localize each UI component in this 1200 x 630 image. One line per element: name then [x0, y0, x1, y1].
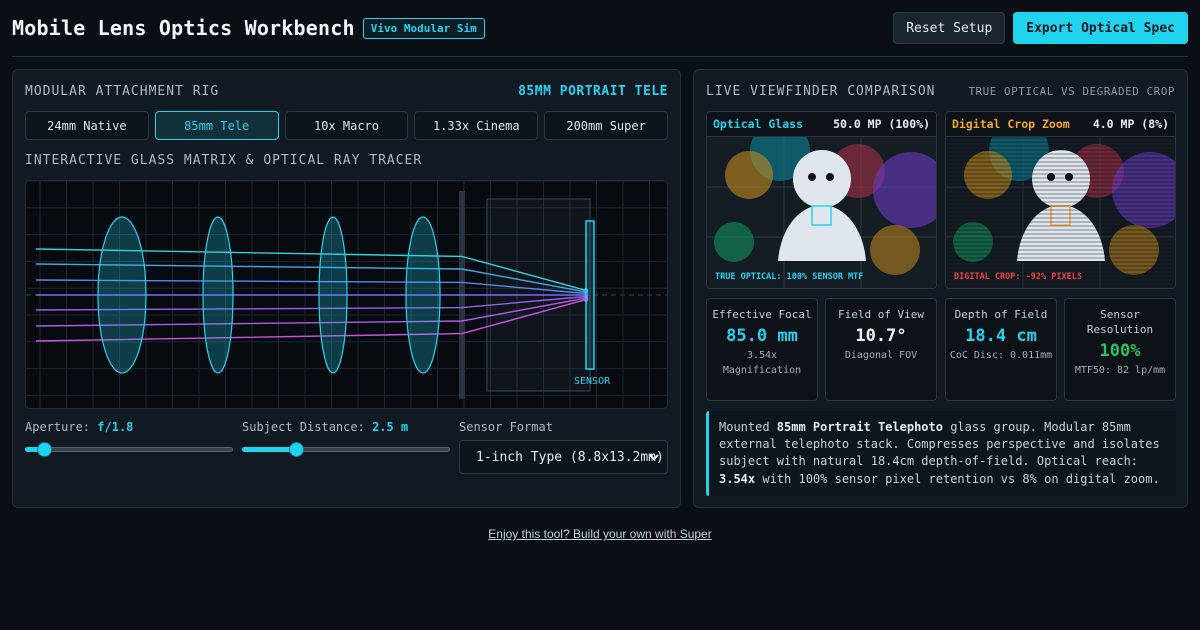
slider-track — [25, 447, 233, 452]
desc-reach: 3.54x — [719, 471, 756, 486]
viewfinder-panel: LIVE VIEWFINDER COMPARISON TRUE OPTICAL … — [693, 69, 1188, 508]
preset-200mm-super[interactable]: 200mm Super — [544, 111, 668, 140]
aperture-caption: Aperture: — [25, 420, 91, 434]
chevron-down-icon — [649, 454, 659, 461]
reset-setup-button[interactable]: Reset Setup — [893, 12, 1006, 44]
lens-element-4[interactable] — [405, 216, 441, 374]
attachment-rig-panel: MODULAR ATTACHMENT RIG 85MM PORTRAIT TEL… — [12, 69, 681, 508]
preset-85mm-tele[interactable]: 85mm Tele — [154, 111, 279, 140]
slider-thumb[interactable] — [37, 442, 52, 457]
digital-preview-scene: DIGITAL CROP: -92% PIXELS — [946, 137, 1175, 288]
stat-depth-of-field: Depth of Field 18.4 cm CoC Disc: 0.011mm — [945, 298, 1057, 401]
lens-controls: Aperture: f/1.8 Subject Distance: 2.5 m … — [25, 420, 668, 480]
subject-head — [793, 150, 851, 208]
tracer-header: INTERACTIVE GLASS MATRIX & OPTICAL RAY T… — [25, 153, 668, 168]
subject-eye — [808, 173, 816, 181]
distance-value: 2.5 m — [372, 420, 409, 434]
lens-element-2[interactable] — [202, 216, 234, 374]
viewfinder-subtitle: TRUE OPTICAL VS DEGRADED CROP — [968, 85, 1175, 98]
desc-lens-name: 85mm Portrait Telephoto — [776, 420, 943, 434]
optical-megapixels: 50.0 MP (100%) — [833, 117, 930, 131]
sensor-label: SENSOR — [574, 376, 611, 387]
aperture-slider[interactable] — [25, 442, 233, 457]
preset-cinema[interactable]: 1.33x Cinema — [414, 111, 539, 140]
viewfinder-header: LIVE VIEWFINDER COMPARISON TRUE OPTICAL … — [706, 84, 1175, 99]
preset-label: 24mm Native — [47, 118, 127, 133]
distance-label: Subject Distance: 2.5 m — [242, 420, 452, 434]
sensor-format-select[interactable]: 1-inch Type (8.8x13.2mm) — [459, 440, 668, 474]
optical-caption: TRUE OPTICAL: 100% SENSOR MTF — [715, 272, 863, 282]
stat-sub: 3.54x Magnification — [722, 350, 802, 376]
aperture-value: f/1.8 — [97, 420, 134, 434]
rig-header: MODULAR ATTACHMENT RIG 85MM PORTRAIT TEL… — [25, 84, 668, 99]
desc-text: with 100% sensor pixel retention vs 8% o… — [755, 471, 1160, 486]
distance-slider[interactable] — [242, 442, 450, 457]
preset-label: 10x Macro — [313, 118, 379, 133]
digital-caption: DIGITAL CROP: -92% PIXELS — [954, 272, 1082, 282]
preset-label: 200mm Super — [566, 118, 646, 133]
lens-preset-group: 24mm Native 85mm Tele 10x Macro 1.33x Ci… — [25, 111, 668, 140]
stat-label: Effective Focal — [712, 308, 812, 321]
ray-tracer-canvas[interactable]: SENSOR — [25, 180, 668, 409]
stat-sensor-resolution: Sensor Resolution 100% MTF50: 82 lp/mm — [1064, 298, 1176, 401]
stat-sub: MTF50: 82 lp/mm — [1074, 365, 1166, 376]
desc-text: Mounted — [719, 420, 777, 434]
distance-control: Subject Distance: 2.5 m — [242, 420, 452, 457]
stat-label: Field of View — [837, 308, 925, 321]
sensor-format-value: 1-inch Type (8.8x13.2mm) — [476, 449, 664, 465]
stat-sub: CoC Disc: 0.011mm — [949, 350, 1053, 361]
sensor-format-control: Sensor Format — [459, 420, 553, 434]
stat-field-of-view: Field of View 10.7° Diagonal FOV — [825, 298, 937, 401]
tracer-title: INTERACTIVE GLASS MATRIX & OPTICAL RAY T… — [25, 153, 423, 168]
subject-eye — [826, 173, 834, 181]
optical-preview-scene: TRUE OPTICAL: 100% SENSOR MTF — [707, 137, 936, 288]
stat-effective-focal: Effective Focal 85.0 mm 3.54x Magnificat… — [706, 298, 818, 401]
app-header: Mobile Lens Optics Workbench Vivo Modula… — [12, 11, 1188, 45]
aperture-label: Aperture: f/1.8 — [25, 420, 235, 434]
pixelation-overlay — [946, 137, 1175, 288]
header-actions: Reset Setup Export Optical Spec — [893, 12, 1188, 44]
stat-value: 100% — [1099, 341, 1141, 361]
bokeh-orb — [725, 151, 773, 199]
stat-value: 18.4 cm — [965, 326, 1037, 346]
brand: Mobile Lens Optics Workbench Vivo Modula… — [12, 16, 485, 40]
stat-sub: Diagonal FOV — [844, 350, 918, 361]
bokeh-orb — [870, 225, 920, 275]
stat-label: Depth of Field — [954, 308, 1048, 321]
bokeh-orb — [714, 222, 754, 262]
preset-label: 1.33x Cinema — [432, 118, 520, 133]
active-lens-label: 85MM PORTRAIT TELE — [518, 84, 668, 99]
optical-view-header: Optical Glass 50.0 MP (100%) — [707, 112, 936, 137]
distance-caption: Subject Distance: — [242, 420, 365, 434]
sensor-format-label: Sensor Format — [459, 420, 553, 434]
ray-tracer-svg: SENSOR — [26, 181, 667, 408]
lens-element-1[interactable] — [97, 216, 147, 374]
lens-element-3[interactable] — [318, 216, 348, 374]
footer-build-link[interactable]: Enjoy this tool? Build your own with Sup… — [0, 527, 1200, 541]
stat-label: Sensor Resolution — [1086, 308, 1154, 336]
preset-24mm-native[interactable]: 24mm Native — [25, 111, 149, 140]
digital-view-label: Digital Crop Zoom — [952, 117, 1070, 131]
sensor-plane[interactable] — [585, 220, 595, 370]
optical-glass-view[interactable]: Optical Glass 50.0 MP (100%) TRUE OPTICA… — [706, 111, 937, 289]
rig-title: MODULAR ATTACHMENT RIG — [25, 84, 220, 99]
stat-value: 85.0 mm — [726, 326, 798, 346]
header-divider — [12, 56, 1188, 57]
stat-value: 10.7° — [855, 326, 907, 346]
digital-crop-view[interactable]: Digital Crop Zoom 4.0 MP (8%) DIGITAL CR… — [945, 111, 1176, 289]
preset-10x-macro[interactable]: 10x Macro — [284, 111, 409, 140]
slider-fill — [242, 447, 296, 452]
digital-view-header: Digital Crop Zoom 4.0 MP (8%) — [946, 112, 1175, 137]
digital-megapixels: 4.0 MP (8%) — [1092, 117, 1169, 131]
slider-thumb[interactable] — [289, 442, 304, 457]
app-title: Mobile Lens Optics Workbench — [12, 16, 355, 40]
optical-view-label: Optical Glass — [713, 117, 804, 131]
aperture-control: Aperture: f/1.8 — [25, 420, 235, 457]
viewfinder-title: LIVE VIEWFINDER COMPARISON — [706, 84, 936, 99]
sim-badge: Vivo Modular Sim — [362, 17, 485, 39]
preset-label: 85mm Tele — [184, 118, 250, 133]
lens-description: Mounted 85mm Portrait Telephoto glass gr… — [706, 411, 1176, 496]
export-spec-button[interactable]: Export Optical Spec — [1013, 12, 1188, 44]
